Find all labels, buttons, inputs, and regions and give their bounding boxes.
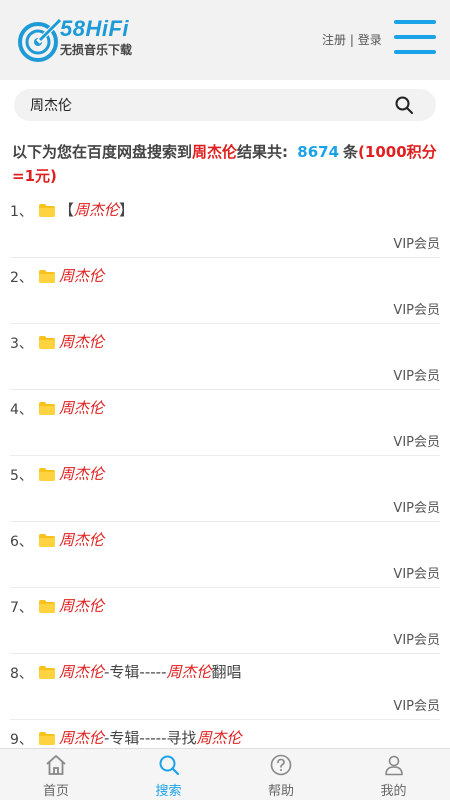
item-title[interactable]: 周杰伦 [59, 331, 104, 352]
vip-badge: VIP会员 [393, 303, 440, 318]
folder-icon [39, 664, 55, 679]
register-link[interactable]: 注册 [322, 33, 346, 47]
disc-logo-icon [18, 18, 62, 62]
help-icon [270, 754, 292, 776]
summary-mid: 结果共: [237, 143, 289, 161]
title-keyword: 周杰伦 [74, 201, 120, 219]
list-item[interactable]: 7、 周杰伦 VIP会员 [10, 588, 440, 654]
title-keyword: 周杰伦 [166, 663, 212, 681]
bottom-nav: 首页 搜索 帮助 我的 [0, 748, 450, 800]
title-keyword: 周杰伦 [59, 729, 105, 747]
title-keyword: 周杰伦 [196, 729, 242, 747]
summary-unit: 条 [343, 143, 359, 161]
summary-keyword: 周杰伦 [192, 143, 238, 161]
nav-label: 帮助 [267, 784, 294, 799]
item-title[interactable]: 【周杰伦】 [59, 199, 134, 220]
item-number: 4、 [10, 402, 33, 418]
folder-icon [39, 202, 55, 217]
folder-icon [39, 334, 55, 349]
title-keyword: 周杰伦 [59, 399, 105, 417]
title-keyword: 周杰伦 [59, 465, 105, 483]
list-item[interactable]: 4、 周杰伦 VIP会员 [10, 390, 440, 456]
title-middle: -专辑-----寻找 [104, 729, 197, 747]
vip-badge: VIP会员 [393, 633, 440, 648]
list-item[interactable]: 5、 周杰伦 VIP会员 [10, 456, 440, 522]
list-item[interactable]: 8、 周杰伦-专辑-----周杰伦翻唱 VIP会员 [10, 654, 440, 720]
title-prefix: 【 [59, 201, 75, 219]
title-suffix: 翻唱 [211, 663, 242, 681]
item-number: 8、 [10, 666, 33, 682]
menu-bar [394, 20, 436, 24]
item-number: 6、 [10, 534, 33, 550]
search-icon [159, 755, 179, 776]
vip-badge: VIP会员 [393, 567, 440, 582]
user-icon [384, 755, 403, 776]
title-keyword: 周杰伦 [59, 333, 105, 351]
title-middle: -专辑----- [104, 663, 167, 681]
folder-icon [39, 598, 55, 613]
title-keyword: 周杰伦 [59, 597, 105, 615]
auth-separator: | [349, 33, 354, 47]
item-title[interactable]: 周杰伦-专辑-----周杰伦翻唱 [59, 661, 242, 682]
item-number: 2、 [10, 270, 33, 286]
folder-icon [39, 532, 55, 547]
vip-badge: VIP会员 [393, 369, 440, 384]
search-icon[interactable] [394, 95, 414, 115]
item-title[interactable]: 周杰伦 [59, 397, 104, 418]
nav-label: 搜索 [155, 784, 182, 799]
result-summary: 以下为您在百度网盘搜索到周杰伦结果共: 8674 条(1000积分=1元) [12, 140, 442, 188]
vip-badge: VIP会员 [393, 237, 440, 252]
header: 58HiFi 无损音乐下载 注册 | 登录 [0, 0, 450, 80]
menu-bar [394, 50, 436, 54]
item-number: 9、 [10, 732, 33, 748]
list-item[interactable]: 3、 周杰伦 VIP会员 [10, 324, 440, 390]
folder-icon [39, 268, 55, 283]
home-icon [46, 755, 66, 775]
result-count: 8674 [297, 143, 340, 161]
auth-links: 注册 | 登录 [322, 31, 382, 48]
folder-icon [39, 466, 55, 481]
title-keyword: 周杰伦 [59, 531, 105, 549]
title-middle: 】 [119, 201, 135, 219]
item-number: 5、 [10, 468, 33, 484]
vip-badge: VIP会员 [393, 501, 440, 516]
list-item[interactable]: 2、 周杰伦 VIP会员 [10, 258, 440, 324]
summary-prefix: 以下为您在百度网盘搜索到 [12, 143, 193, 161]
nav-item-search[interactable]: 搜索 [113, 749, 225, 800]
item-title[interactable]: 周杰伦 [59, 265, 104, 286]
title-keyword: 周杰伦 [59, 267, 105, 285]
menu-button[interactable] [394, 18, 436, 56]
nav-item-home[interactable]: 首页 [0, 749, 112, 800]
nav-item-user[interactable]: 我的 [338, 749, 450, 800]
nav-item-help[interactable]: 帮助 [225, 749, 337, 800]
folder-icon [39, 400, 55, 415]
vip-badge: VIP会员 [393, 699, 440, 714]
item-number: 3、 [10, 336, 33, 352]
list-item[interactable]: 6、 周杰伦 VIP会员 [10, 522, 440, 588]
item-number: 7、 [10, 600, 33, 616]
nav-label: 我的 [380, 784, 407, 799]
title-keyword: 周杰伦 [59, 663, 105, 681]
item-title[interactable]: 周杰伦 [59, 529, 104, 550]
folder-icon [39, 730, 55, 745]
site-logo[interactable]: 58HiFi 无损音乐下载 [18, 14, 148, 64]
logo-title: 58HiFi [60, 16, 130, 41]
item-title[interactable]: 周杰伦-专辑-----寻找周杰伦 [59, 727, 242, 748]
menu-bar [394, 35, 436, 39]
item-title[interactable]: 周杰伦 [59, 595, 104, 616]
search-input[interactable] [30, 89, 390, 121]
item-title[interactable]: 周杰伦 [59, 463, 104, 484]
nav-label: 首页 [42, 784, 69, 799]
login-link[interactable]: 登录 [358, 33, 382, 47]
logo-subtitle: 无损音乐下载 [60, 43, 133, 57]
search-bar [14, 89, 436, 121]
list-item[interactable]: 1、 【周杰伦】 VIP会员 [10, 192, 440, 258]
item-number: 1、 [10, 204, 33, 220]
result-list: 1、 【周杰伦】 VIP会员 2、 周杰伦 VIP会员 3、 周杰伦 VIP会员 4、 周杰伦 VIP… [0, 192, 450, 786]
vip-badge: VIP会员 [393, 435, 440, 450]
